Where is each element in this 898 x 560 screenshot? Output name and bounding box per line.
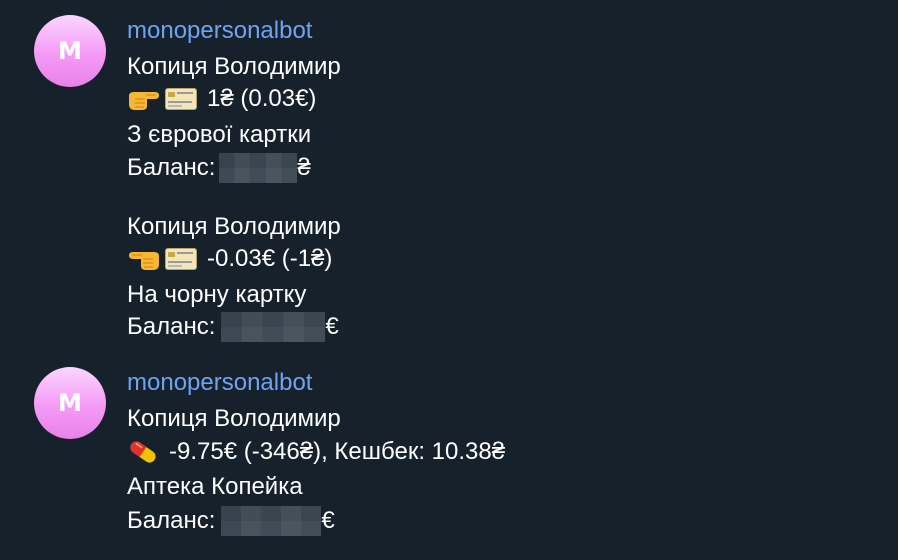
redacted-balance [219, 153, 298, 183]
transaction-description: З єврової картки [127, 121, 312, 148]
balance-line: Баланс: ₴ [127, 153, 311, 183]
avatar[interactable]: M [34, 367, 106, 439]
credit-card-icon [165, 88, 197, 110]
avatar-letter: M [58, 389, 82, 417]
redacted-balance [221, 312, 326, 342]
amount-text: -9.75€ (-346₴), Кешбек: 10.38₴ [169, 438, 506, 465]
sender-name[interactable]: monopersonalbot [127, 16, 312, 46]
credit-card-icon [165, 248, 197, 270]
transaction-description: На чорну картку [127, 281, 307, 308]
transaction-amount-line: -9.75€ (-346₴), Кешбек: 10.38₴ [127, 436, 505, 468]
pointing-left-hand-icon [127, 246, 161, 272]
amount-text: -0.03€ (-1₴) [207, 245, 333, 272]
redacted-balance [221, 506, 322, 536]
balance-label: Баланс: [127, 507, 216, 534]
sender-name[interactable]: monopersonalbot [127, 368, 312, 398]
payer-name: Копиця Володимир [127, 53, 341, 80]
chat-page: M monopersonalbot Копиця Володимир 1₴ (0… [0, 0, 898, 560]
payer-name: Копиця Володимир [127, 213, 341, 240]
transaction-description: Аптека Копейка [127, 473, 303, 500]
amount-text: 1₴ (0.03€) [207, 85, 317, 112]
balance-label: Баланс: [127, 313, 216, 340]
balance-currency: € [325, 313, 339, 340]
transaction-amount-line: 1₴ (0.03€) [127, 84, 316, 114]
avatar[interactable]: M [34, 15, 106, 87]
balance-line: Баланс: € [127, 312, 339, 342]
pill-icon [127, 436, 159, 468]
payer-name: Копиця Володимир [127, 405, 341, 432]
avatar-letter: M [58, 37, 82, 65]
balance-line: Баланс: € [127, 506, 335, 536]
balance-currency: € [321, 507, 335, 534]
balance-label: Баланс: [127, 154, 216, 181]
pointing-right-hand-icon [127, 86, 161, 112]
transaction-amount-line: -0.03€ (-1₴) [127, 244, 332, 274]
balance-currency: ₴ [297, 154, 311, 181]
